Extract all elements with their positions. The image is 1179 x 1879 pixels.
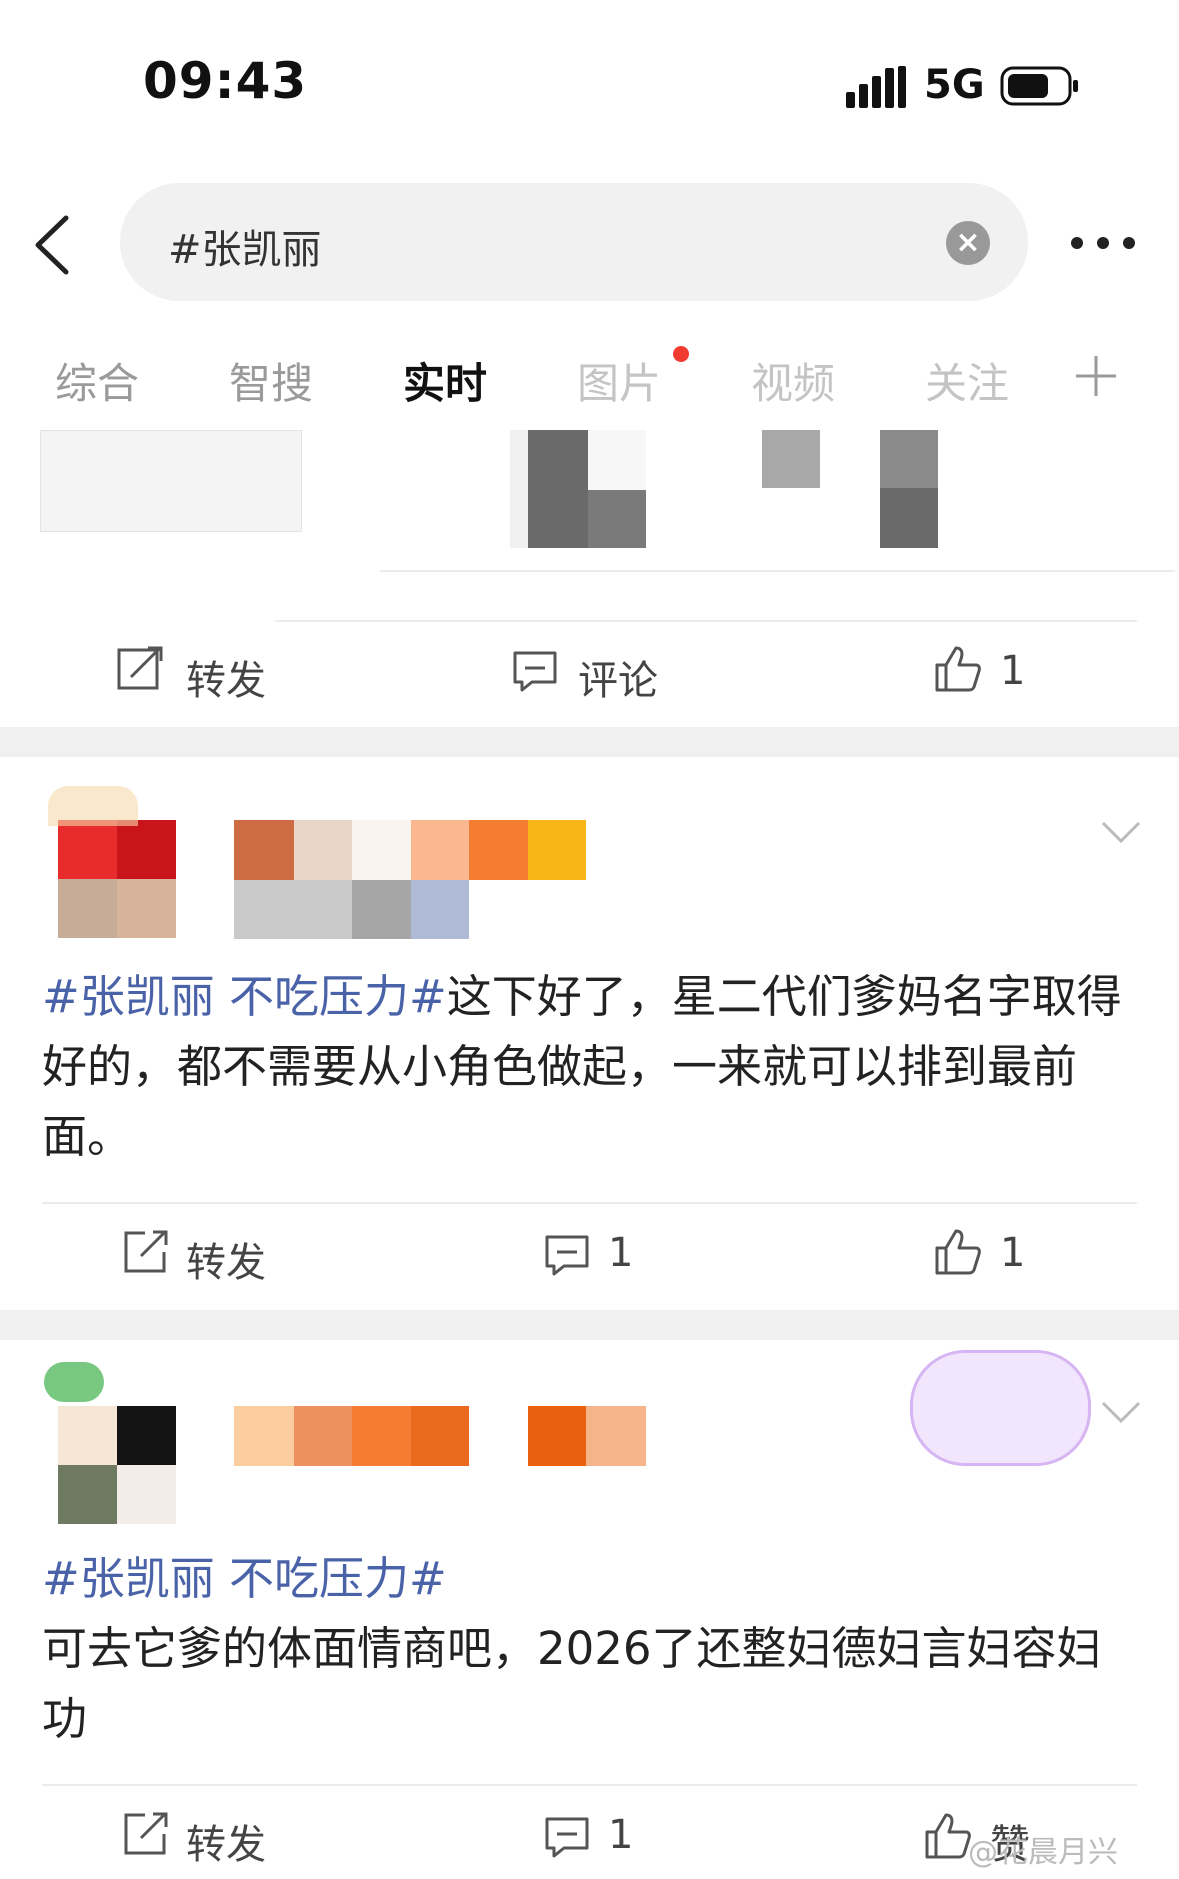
post-2-hashtag-line: #张凯丽 不吃压力# [42, 1544, 1142, 1614]
post-2-hashtag[interactable]: #张凯丽 不吃压力# [42, 1552, 447, 1605]
post-1-avatar[interactable] [58, 820, 176, 938]
status-time: 09:43 [143, 52, 308, 110]
post-2-avatar[interactable] [58, 1406, 176, 1524]
tab-images[interactable]: 图片 [577, 350, 661, 411]
chevron-down-icon[interactable] [1101, 1400, 1141, 1424]
post-separator [0, 1310, 1179, 1340]
comment-icon[interactable] [544, 1234, 590, 1276]
signal-icon [846, 66, 906, 108]
tab-videos[interactable]: 视频 [751, 350, 835, 411]
repost-icon[interactable] [116, 645, 166, 691]
repost-icon[interactable] [123, 1230, 169, 1274]
watermark: @花晨月兴 [968, 1835, 1118, 1870]
tab-comprehensive[interactable]: 综合 [55, 350, 139, 411]
post-1-like-count: 1 [1000, 1230, 1026, 1276]
post-2-username-blurred [234, 1406, 754, 1466]
post-1-hashtag[interactable]: #张凯丽 不吃压力# [42, 970, 447, 1023]
clear-icon[interactable]: × [946, 221, 990, 265]
like-icon[interactable] [924, 1812, 972, 1860]
post-2-repost-label[interactable]: 转发 [186, 1812, 266, 1870]
post-1-divider [42, 1202, 1137, 1204]
more-icon[interactable] [1068, 228, 1138, 258]
post-0-like-count: 1 [1000, 648, 1026, 694]
tab-smart-search[interactable]: 智搜 [229, 350, 313, 411]
post-1-avatar-decoration [48, 786, 138, 826]
like-icon[interactable] [934, 1228, 982, 1276]
network-type: 5G [924, 62, 985, 108]
comment-icon[interactable] [512, 650, 558, 692]
post-2-divider [42, 1784, 1137, 1786]
tab-notification-dot [673, 346, 689, 362]
plus-icon[interactable] [1074, 354, 1118, 398]
post-2-avatar-decoration [44, 1362, 104, 1402]
post-0-repost-label[interactable]: 转发 [186, 648, 266, 706]
search-input[interactable]: #张凯丽 × [120, 183, 1028, 301]
search-query: #张凯丽 [168, 227, 322, 273]
post-separator [0, 727, 1179, 757]
tab-realtime[interactable]: 实时 [403, 350, 487, 411]
repost-icon[interactable] [123, 1812, 169, 1856]
post-2-pony-sticker [910, 1350, 1091, 1466]
post-1-username-blurred [234, 820, 734, 940]
post-0-divider [275, 620, 1137, 622]
post-1-text: #张凯丽 不吃压力#这下好了，星二代们爹妈名字取得好的，都不需要从小角色做起，一… [42, 962, 1142, 1172]
back-arrow-icon[interactable] [28, 210, 78, 280]
like-icon[interactable] [934, 645, 982, 693]
battery-icon [1000, 66, 1078, 106]
post-1-comment-count[interactable]: 1 [608, 1230, 633, 1276]
comment-icon[interactable] [544, 1816, 590, 1858]
post-1-repost-label[interactable]: 转发 [186, 1230, 266, 1288]
post-2-body: 可去它爹的体面情商吧，2026了还整妇德妇言妇容妇功 [42, 1622, 1102, 1745]
post-2-comment-count[interactable]: 1 [608, 1812, 633, 1858]
chevron-down-icon[interactable] [1101, 820, 1141, 844]
post-0-comment-label[interactable]: 评论 [578, 648, 658, 706]
post-0-blurred-content [40, 430, 1175, 580]
tab-following[interactable]: 关注 [925, 350, 1009, 411]
